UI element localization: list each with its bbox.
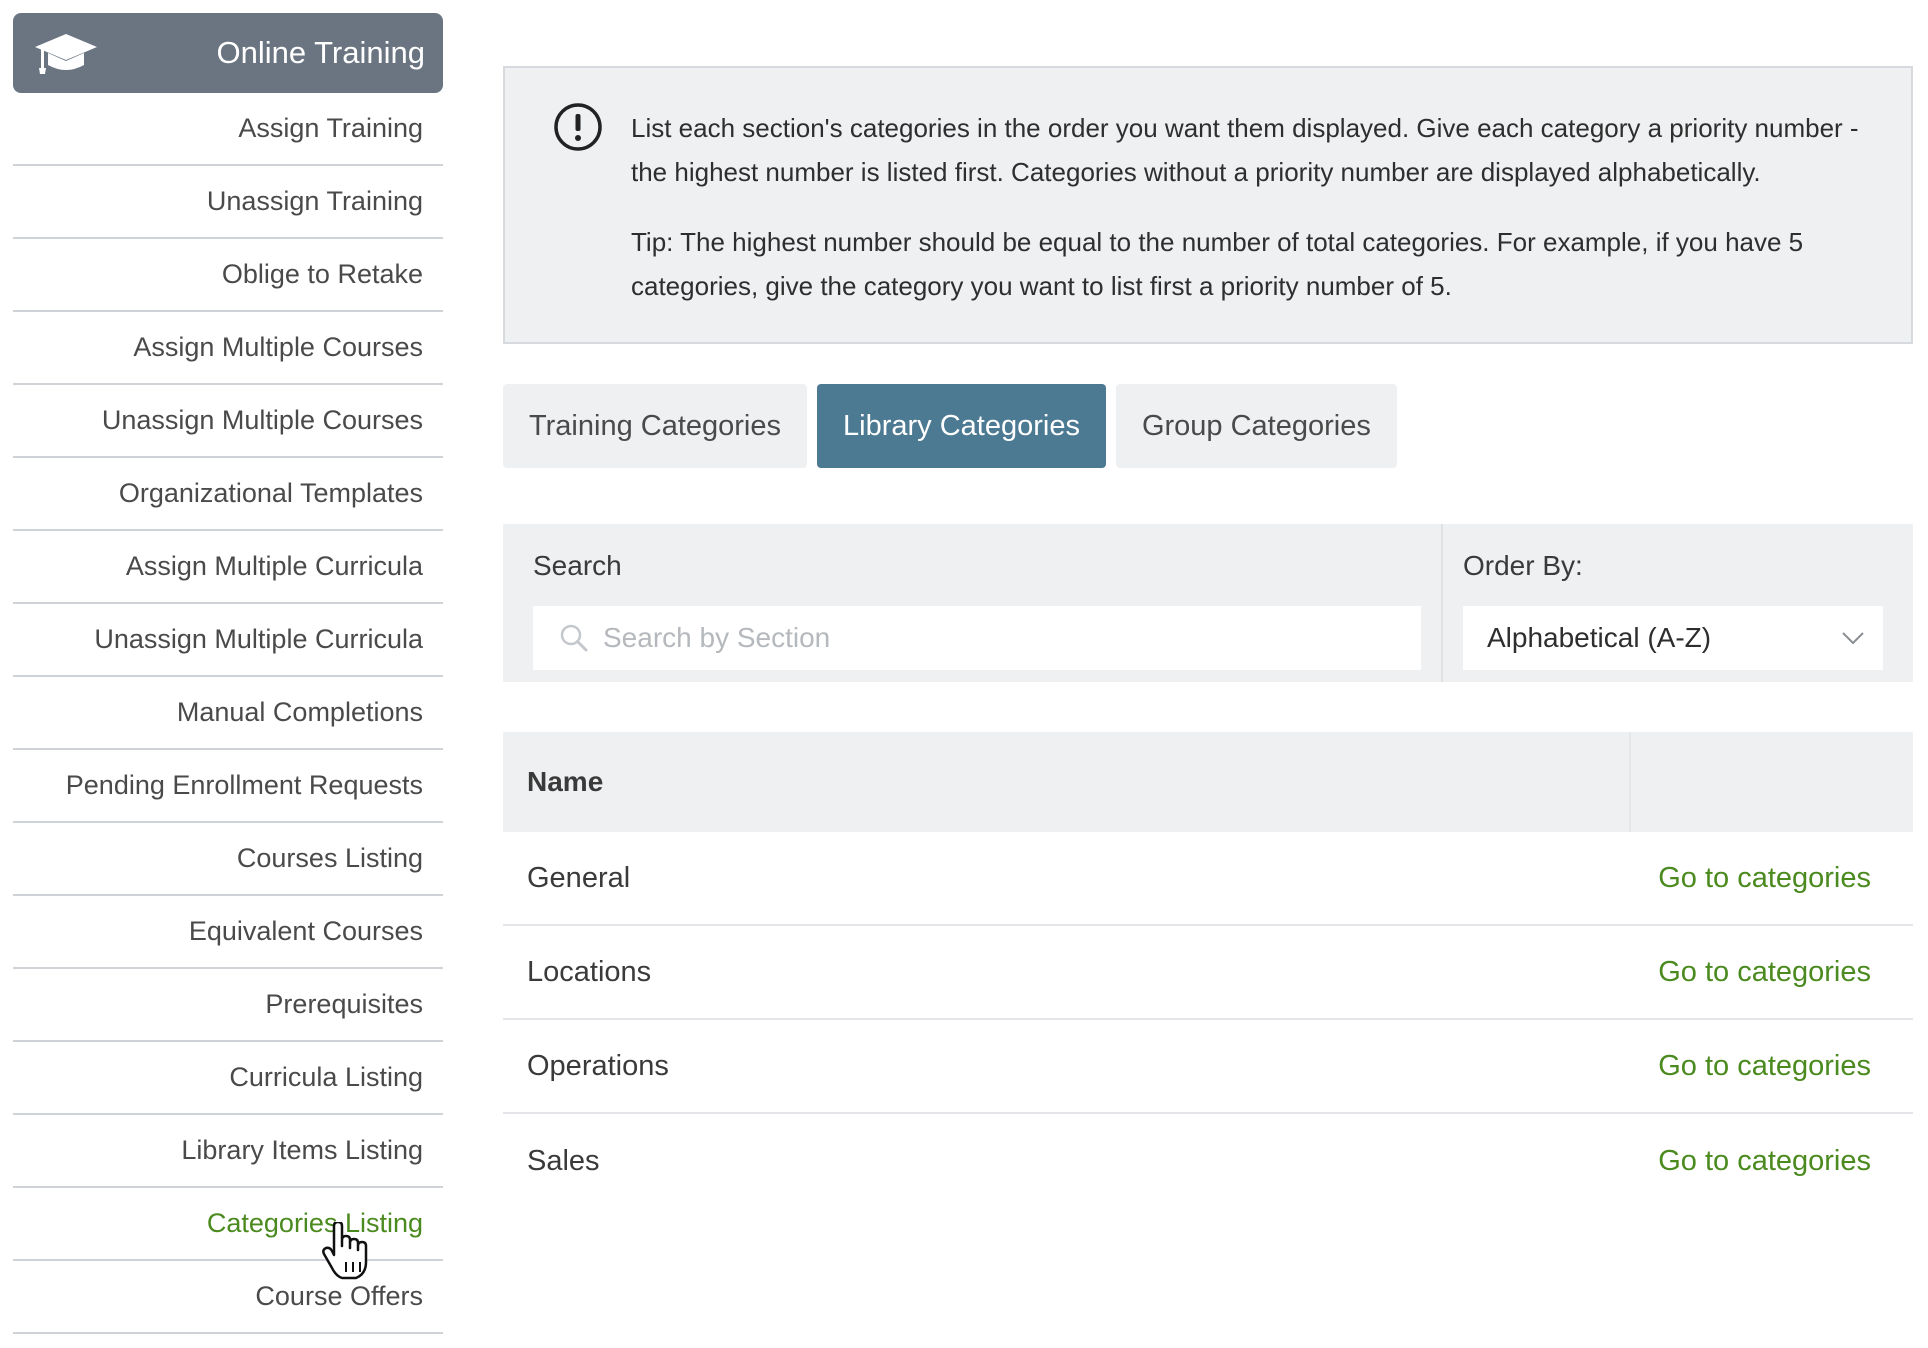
info-paragraph-2: Tip: The highest number should be equal …: [631, 227, 1804, 301]
table-header: Name: [503, 732, 1913, 832]
magnifier-icon: [560, 624, 588, 652]
order-value: Alphabetical (A-Z): [1487, 622, 1712, 653]
sidebar-item-library-items-listing[interactable]: Library Items Listing: [13, 1115, 443, 1188]
category-tabs: Training Categories Library Categories G…: [503, 384, 1913, 468]
go-to-categories-link[interactable]: Go to categories: [1658, 862, 1871, 895]
sidebar-item-course-offers[interactable]: Course Offers: [13, 1261, 443, 1334]
search-label: Search: [533, 550, 622, 581]
sections-table: Name General Go to categories Locations …: [503, 732, 1913, 1208]
sidebar-title: Online Training: [216, 35, 425, 70]
order-label: Order By:: [1463, 550, 1583, 581]
sidebar-item-prerequisites[interactable]: Prerequisites: [13, 969, 443, 1042]
order-section: Order By: Alphabetical (A-Z): [1443, 524, 1913, 682]
row-name: Sales: [527, 1144, 600, 1177]
hand-pointer-icon: [322, 1222, 368, 1280]
tab-library-categories[interactable]: Library Categories: [817, 384, 1106, 468]
row-name: General: [527, 861, 631, 894]
filter-panel: Search Search by Section Order By: Alpha…: [503, 524, 1913, 682]
sidebar-item-assign-multiple-curricula[interactable]: Assign Multiple Curricula: [13, 531, 443, 604]
info-box: List each section's categories in the or…: [503, 66, 1913, 344]
column-header-name: Name: [503, 732, 1631, 832]
graduation-cap-icon: [35, 34, 97, 74]
order-select[interactable]: Alphabetical (A-Z): [1463, 606, 1883, 670]
sidebar: Online Training Assign Training Unassign…: [13, 13, 443, 1334]
sidebar-item-manual-completions[interactable]: Manual Completions: [13, 677, 443, 750]
info-paragraph-1: List each section's categories in the or…: [631, 113, 1859, 187]
sidebar-item-unassign-multiple-curricula[interactable]: Unassign Multiple Curricula: [13, 604, 443, 677]
table-row: Locations Go to categories: [503, 926, 1913, 1020]
table-row: Sales Go to categories: [503, 1114, 1913, 1208]
row-name: Operations: [527, 1049, 669, 1082]
tab-training-categories[interactable]: Training Categories: [503, 384, 807, 468]
go-to-categories-link[interactable]: Go to categories: [1658, 1145, 1871, 1178]
search-section: Search Search by Section: [503, 524, 1443, 682]
sidebar-item-unassign-multiple-courses[interactable]: Unassign Multiple Courses: [13, 385, 443, 458]
sidebar-item-curricula-listing[interactable]: Curricula Listing: [13, 1042, 443, 1115]
sidebar-item-assign-multiple-courses[interactable]: Assign Multiple Courses: [13, 312, 443, 385]
go-to-categories-link[interactable]: Go to categories: [1658, 956, 1871, 989]
sidebar-item-unassign-training[interactable]: Unassign Training: [13, 166, 443, 239]
sidebar-header[interactable]: Online Training: [13, 13, 443, 93]
tab-group-categories[interactable]: Group Categories: [1115, 384, 1397, 468]
row-name: Locations: [527, 955, 652, 988]
sidebar-item-equivalent-courses[interactable]: Equivalent Courses: [13, 896, 443, 969]
sidebar-item-assign-training[interactable]: Assign Training: [13, 93, 443, 166]
chevron-down-icon: [1842, 632, 1864, 645]
exclamation-circle-icon: [554, 103, 602, 151]
sidebar-item-organizational-templates[interactable]: Organizational Templates: [13, 458, 443, 531]
sidebar-item-pending-enrollment-requests[interactable]: Pending Enrollment Requests: [13, 750, 443, 823]
table-row: General Go to categories: [503, 832, 1913, 926]
table-row: Operations Go to categories: [503, 1020, 1913, 1114]
go-to-categories-link[interactable]: Go to categories: [1658, 1050, 1871, 1083]
search-placeholder: Search by Section: [603, 622, 831, 653]
sidebar-item-categories-listing[interactable]: Categories Listing: [13, 1188, 443, 1261]
main-content: List each section's categories in the or…: [503, 66, 1913, 1208]
sidebar-nav: Assign Training Unassign Training Oblige…: [13, 93, 443, 1334]
sidebar-item-oblige-to-retake[interactable]: Oblige to Retake: [13, 239, 443, 312]
sidebar-item-courses-listing[interactable]: Courses Listing: [13, 823, 443, 896]
search-input[interactable]: Search by Section: [533, 606, 1421, 670]
